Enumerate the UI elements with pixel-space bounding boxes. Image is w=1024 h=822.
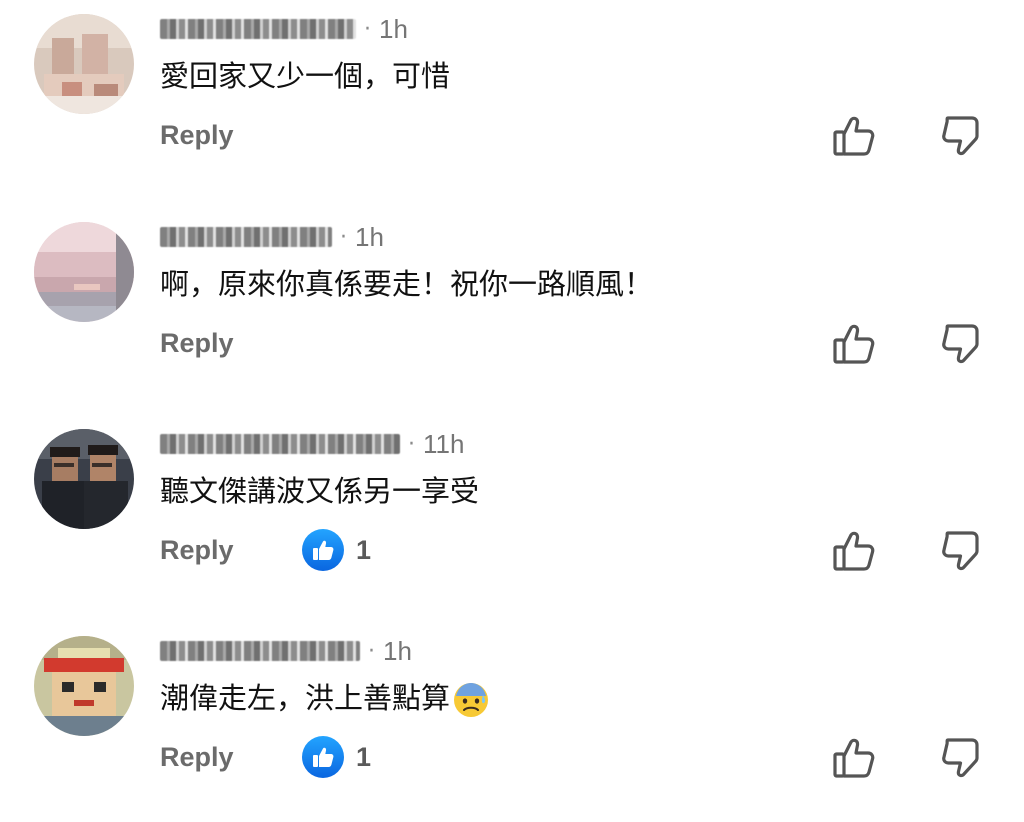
comment-timestamp[interactable]: 1h xyxy=(355,222,384,253)
thumbs-down-outline-icon xyxy=(942,116,979,156)
reply-button[interactable]: Reply xyxy=(160,120,234,151)
avatar[interactable] xyxy=(34,222,134,322)
comment-header: · 1h xyxy=(160,634,412,668)
thumbs-up-outline-icon xyxy=(833,531,875,571)
thumbs-up-outline-icon xyxy=(833,738,875,778)
avatar[interactable] xyxy=(34,429,134,529)
comment-timestamp[interactable]: 11h xyxy=(423,429,464,460)
comment-timestamp[interactable]: 1h xyxy=(379,14,408,45)
separator-dot: · xyxy=(408,431,415,457)
downvote-button[interactable] xyxy=(940,736,984,780)
thumbs-up-outline-icon xyxy=(833,324,875,364)
separator-dot: · xyxy=(340,224,347,250)
reaction-summary[interactable]: 1 xyxy=(302,529,371,571)
comment-item: · 1h 啊，原來你真係要走！祝你一路順風！ Reply xyxy=(0,208,1024,408)
avatar[interactable] xyxy=(34,14,134,114)
comment-item: · 11h 聽文傑講波又係另一享受 Reply 1 xyxy=(0,415,1024,615)
downvote-button[interactable] xyxy=(940,322,984,366)
upvote-button[interactable] xyxy=(832,322,876,366)
comment-item: · 1h 愛回家又少一個，可惜 Reply xyxy=(0,0,1024,200)
downvote-button[interactable] xyxy=(940,114,984,158)
author-name-redacted[interactable] xyxy=(160,227,332,247)
thumbs-up-outline-icon xyxy=(833,116,875,156)
upvote-button[interactable] xyxy=(832,114,876,158)
comment-item: · 1h 潮偉走左，洪上善點算 Reply 1 xyxy=(0,622,1024,822)
anxious-sweat-face-icon xyxy=(454,683,489,717)
thumbs-down-outline-icon xyxy=(942,738,979,778)
reply-button[interactable]: Reply xyxy=(160,535,234,566)
thumbs-down-outline-icon xyxy=(942,531,979,571)
separator-dot: · xyxy=(364,16,371,42)
comment-text-content: 潮偉走左，洪上善點算 xyxy=(160,681,451,715)
separator-dot: · xyxy=(368,638,375,664)
reaction-count: 1 xyxy=(356,741,372,772)
author-name-redacted[interactable] xyxy=(160,19,356,39)
comment-header: · 1h xyxy=(160,220,384,254)
thumbs-down-outline-icon xyxy=(942,324,979,364)
comment-text: 潮偉走左，洪上善點算 xyxy=(160,678,490,719)
avatar[interactable] xyxy=(34,636,134,736)
reply-button[interactable]: Reply xyxy=(160,742,234,773)
upvote-button[interactable] xyxy=(832,529,876,573)
comment-timestamp[interactable]: 1h xyxy=(383,636,412,667)
comment-header: · 1h xyxy=(160,12,408,46)
reply-button[interactable]: Reply xyxy=(160,328,234,359)
comment-header: · 11h xyxy=(160,427,464,461)
comment-text: 啊，原來你真係要走！祝你一路順風！ xyxy=(160,267,654,301)
reaction-count: 1 xyxy=(356,534,372,565)
comment-text: 愛回家又少一個，可惜 xyxy=(160,59,451,93)
like-reaction-icon xyxy=(302,529,344,571)
comment-text: 聽文傑講波又係另一享受 xyxy=(160,474,480,508)
downvote-button[interactable] xyxy=(940,529,984,573)
author-name-redacted[interactable] xyxy=(160,434,400,454)
author-name-redacted[interactable] xyxy=(160,641,360,661)
upvote-button[interactable] xyxy=(832,736,876,780)
like-reaction-icon xyxy=(302,736,344,778)
reaction-summary[interactable]: 1 xyxy=(302,736,371,778)
